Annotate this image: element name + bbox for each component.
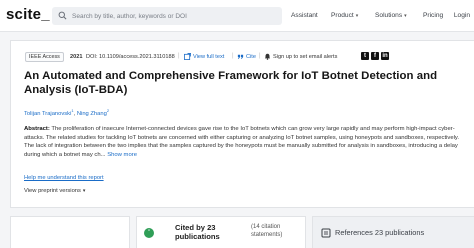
email-alerts-link[interactable]: Sign up to set email alerts [273,54,337,60]
author-affiliation: 2 [106,108,110,113]
journal-badge[interactable]: IEEE Access [25,52,64,62]
nav-assistant[interactable]: Assistant [291,12,318,19]
quote-icon [237,54,244,59]
abstract-label: Abstract: [24,126,50,132]
nav-product-label: Product [331,12,354,19]
paper-card: IEEE Access 2021 DOI: 10.1109/access.202… [10,40,474,208]
divider: | [259,53,261,59]
show-more-link[interactable]: Show more [107,152,137,158]
quote-bubble-icon: ” [144,228,154,238]
abstract: Abstract: The proliferation of insecure … [24,125,470,160]
twitter-icon[interactable]: t [361,52,369,60]
top-navigation-bar: scite_ Assistant Product▾ Solutions▾ Pri… [0,0,474,32]
nav-solutions-label: Solutions [375,12,403,19]
cite-link[interactable]: Cite [246,54,256,60]
doi-text[interactable]: DOI: 10.1109/access.2021.3110188 [86,54,175,60]
chevron-down-icon: ▾ [82,188,86,194]
search-icon [58,11,67,20]
chevron-down-icon: ▾ [355,13,359,19]
preprint-versions-toggle[interactable]: View preprint versions ▾ [24,188,85,194]
divider: | [232,53,234,59]
scite-logo[interactable]: scite_ [6,6,50,23]
references-panel[interactable]: References 23 publications [312,216,474,248]
author-link[interactable]: Tolijan Trajanovski [24,111,71,117]
citation-statements-count: (14 citation statements) [251,224,283,238]
view-full-text-link[interactable]: View full text [193,54,224,60]
author-list: Tolijan Trajanovski1, Ning Zhang2 [24,108,109,117]
nav-login[interactable]: Login [454,12,470,19]
publication-year: 2021 [70,54,83,60]
nav-product[interactable]: Product ▾ [331,12,358,19]
help-understand-link[interactable]: Help me understand this report [24,175,104,181]
search-box[interactable] [52,7,282,25]
nav-solutions[interactable]: Solutions ▾ [375,12,407,19]
chevron-down-icon: ▾ [404,13,407,19]
preprint-label: View preprint versions [24,188,81,194]
author-link[interactable]: Ning Zhang [77,111,107,117]
facebook-icon[interactable]: f [371,52,379,60]
abstract-text: The proliferation of insecure Internet-c… [24,126,460,159]
nav-pricing[interactable]: Pricing [423,12,443,19]
search-input[interactable] [72,8,277,24]
side-panel [10,216,130,248]
external-link-icon [184,53,191,60]
bell-icon [264,53,271,60]
citations-panel[interactable]: ” Cited by 23 publications (14 citation … [136,216,306,248]
references-icon [321,228,331,238]
linkedin-icon[interactable]: in [381,52,389,60]
paper-title: An Automated and Comprehensive Framework… [24,70,438,96]
references-count[interactable]: References 23 publications [335,228,424,237]
cited-by-count[interactable]: Cited by 23 publications [175,223,235,241]
divider: | [178,53,180,59]
